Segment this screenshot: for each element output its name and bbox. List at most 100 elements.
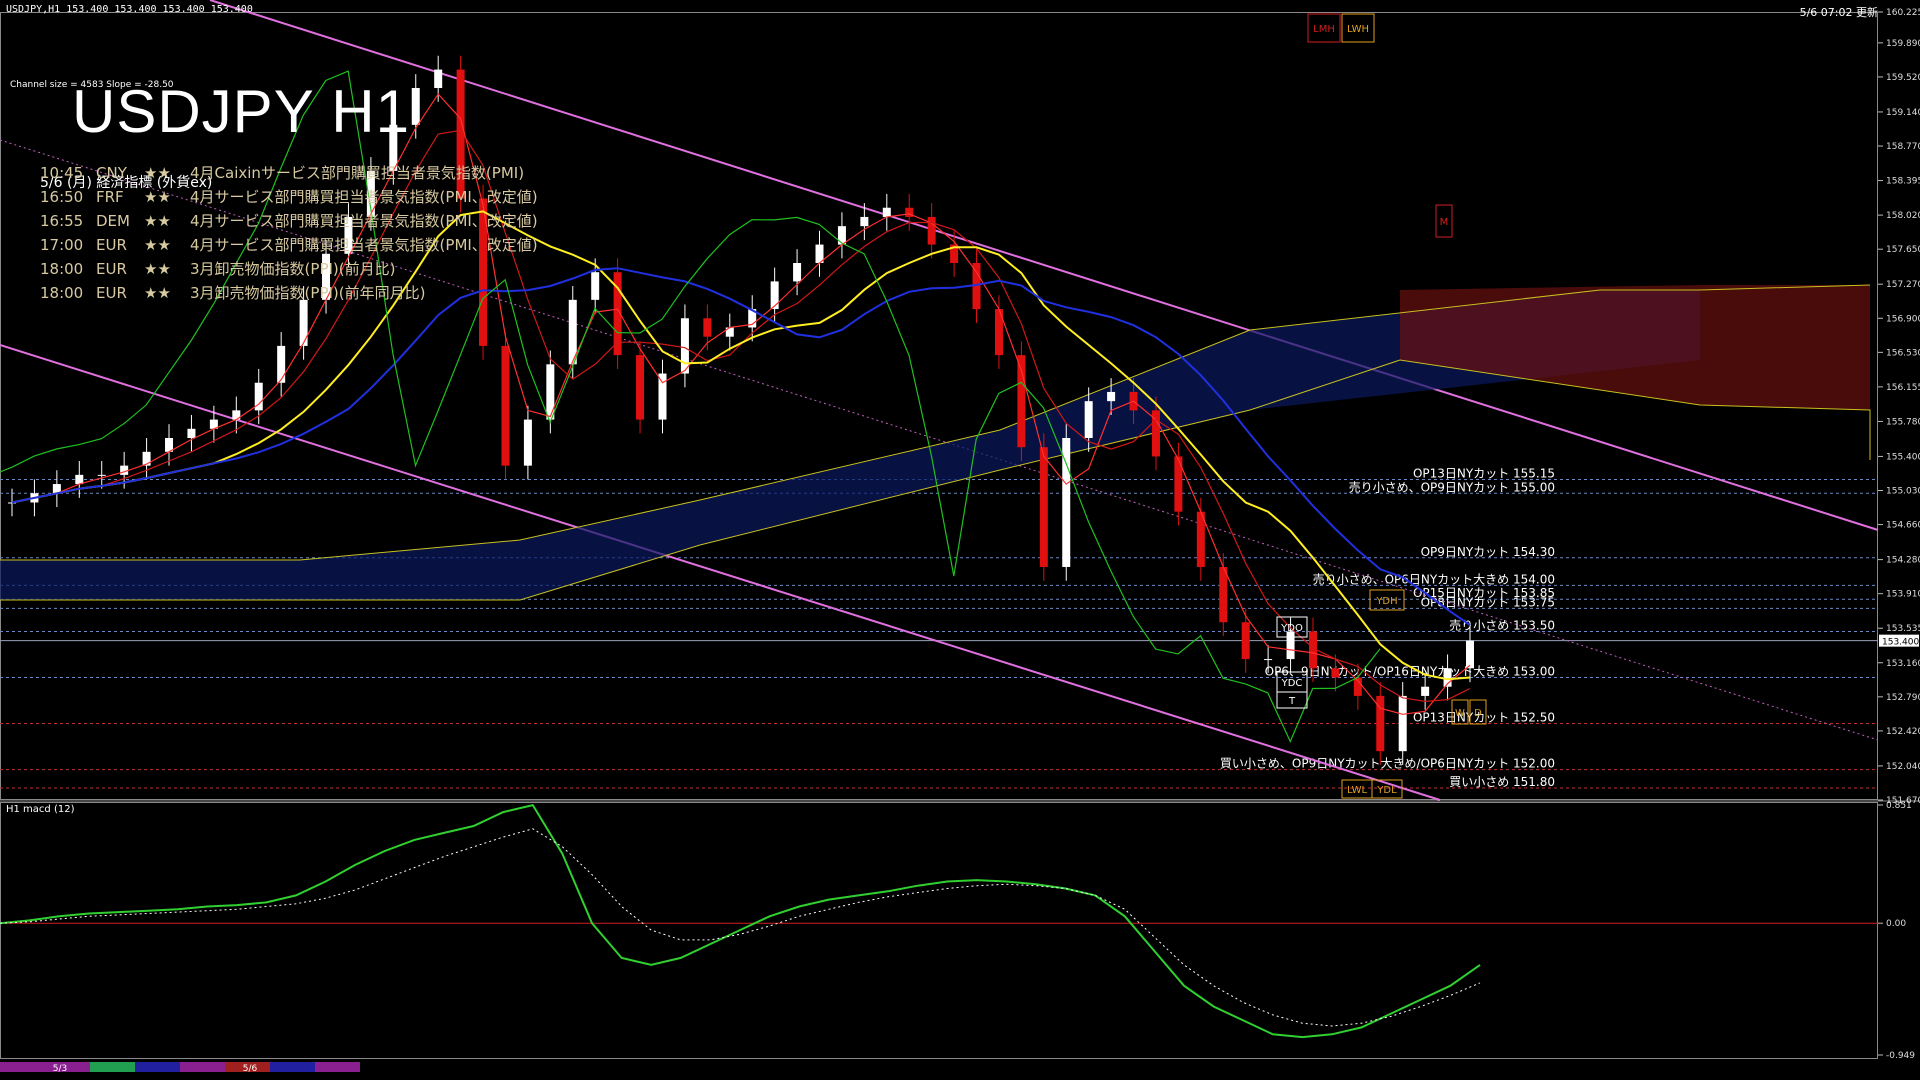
d-label: D [1474,708,1482,719]
date-strip-segment [315,1062,360,1072]
date-strip-segment [180,1062,225,1072]
event-row: 17:00 EUR ★★ 4月サービス部門購買担当者景気指数(PMI、改定値) [40,236,538,254]
candle-body [658,373,667,420]
ydh-label: YDH [1375,596,1397,607]
macd-signal-line [0,828,1481,1027]
candle-body [1107,391,1116,402]
price-tick-label: 155.030 [1886,487,1920,497]
price-tick-label: 157.650 [1886,245,1920,255]
lwl-label: LWL [1347,785,1368,796]
price-tick-label: 158.395 [1886,177,1920,187]
price-tick-label: 152.420 [1886,727,1920,737]
level-label: OP9日NYカット 154.30 [1421,545,1555,559]
macd-tick-label: 0.851 [1886,801,1912,811]
candle-body [1421,686,1430,696]
level-label: 買い小さめ 151.80 [1449,775,1555,789]
candle-body [411,87,420,125]
candle-body [882,207,891,217]
x-axis-label: 5/3 [53,1064,67,1074]
candle-body [591,272,600,300]
level-label: 売り小さめ、OP6日NYカット大きめ 154.00 [1313,571,1555,586]
candle-body [1219,566,1228,623]
price-tick-label: 156.530 [1886,348,1920,358]
t-label: T [1288,696,1296,707]
price-tick-label: 159.140 [1886,108,1920,118]
lmh-label: LMH [1313,24,1335,35]
chart-big-title: USDJPY H1 [72,78,411,145]
price-tick-label: 153.160 [1886,659,1920,669]
price-tick-label: 154.660 [1886,521,1920,531]
candle-body [1039,447,1048,567]
candle-body [927,216,936,245]
level-label: 売り小さめ、OP9日NYカット 155.00 [1349,479,1555,494]
level-label: OP13日NYカット 152.50 [1413,711,1555,725]
ydc-label: YDC [1281,678,1303,689]
price-tick-label: 153.535 [1886,624,1920,634]
candle-body [299,299,308,346]
price-tick-label: 156.155 [1886,383,1920,393]
candle-body [501,345,510,466]
candle-body [1286,631,1295,660]
update-time: 5/6 07:02 更新 [1799,6,1878,19]
w-label: W [1455,708,1465,719]
date-strip-segment [45,1062,90,1072]
price-tick-label: 156.900 [1886,314,1920,324]
candle-body [1241,622,1250,660]
candle-body [770,281,779,310]
event-row: 10:45 CNY ★★ 4月Caixinサービス部門購買担当者景気指数(PMI) [40,164,525,182]
price-tick-label: 155.400 [1886,452,1920,462]
price-tick-label: 152.790 [1886,693,1920,703]
candle-body [1331,668,1340,678]
event-row: 18:00 EUR ★★ 3月卸売物価指数(PPI)(前年同月比) [40,284,426,302]
symbol-info: USDJPY,H1 153.400 153.400 153.400 153.40… [6,4,253,15]
date-strip-segment [90,1062,135,1072]
macd-tick-label: -0.949 [1886,1051,1915,1061]
level-label: OP13日NYカット 155.15 [1413,466,1555,480]
x-axis-label: 5/6 [243,1064,258,1074]
price-tick-label: 152.040 [1886,762,1920,772]
level-label: OP8日NYカット 153.75 [1421,595,1555,609]
candle-body [837,226,846,245]
macd-main-line [0,803,1481,1039]
ydo-label: YDO [1280,623,1303,634]
candle-body [1466,640,1474,669]
candle-body [277,345,286,383]
current-price-label: 153.400 [1882,638,1919,648]
m-label: M [1440,217,1449,228]
ydl-label: YDL [1376,785,1397,796]
macd-plot-frame [0,802,1878,1059]
ichimoku-cloud-red [1400,285,1870,410]
level-label: 買い小さめ、OP9日NYカット大きめ/OP6日NYカット 152.00 [1220,757,1555,771]
lwh-label: LWH [1347,24,1369,35]
date-strip-segment [135,1062,180,1072]
macd-tick-label: 0.00 [1886,919,1906,929]
price-tick-label: 155.780 [1886,417,1920,427]
candle-body [636,355,645,420]
candle-body [1084,401,1093,439]
macd-label: H1 macd (12) [6,804,75,815]
price-tick-label: 157.270 [1886,280,1920,290]
candle-body [1264,659,1273,661]
candle-body [546,364,555,420]
candle-body [793,262,802,282]
price-tick-label: 153.910 [1886,590,1920,600]
candle-body [860,216,869,227]
candle-body [75,474,84,485]
candle-body [1398,695,1407,752]
price-tick-label: 154.280 [1886,556,1920,566]
price-tick-label: 159.520 [1886,73,1920,83]
event-row: 16:55 DEM ★★ 4月サービス部門購買担当者景気指数(PMI、改定値) [40,212,538,230]
candle-body [523,419,532,466]
event-row: 16:50 FRF ★★ 4月サービス部門購買担当者景気指数(PMI、改定値) [40,188,538,206]
candle-body [703,318,712,337]
candle-body [97,474,106,476]
price-tick-label: 158.770 [1886,142,1920,152]
price-tick-label: 159.890 [1886,39,1920,49]
candle-body [680,318,689,374]
price-tick-label: 158.020 [1886,211,1920,221]
date-strip-segment [270,1062,315,1072]
price-tick-label: 160.225 [1886,8,1920,18]
date-strip-segment [0,1062,45,1072]
candle-body [434,69,443,88]
candle-body [187,428,196,439]
